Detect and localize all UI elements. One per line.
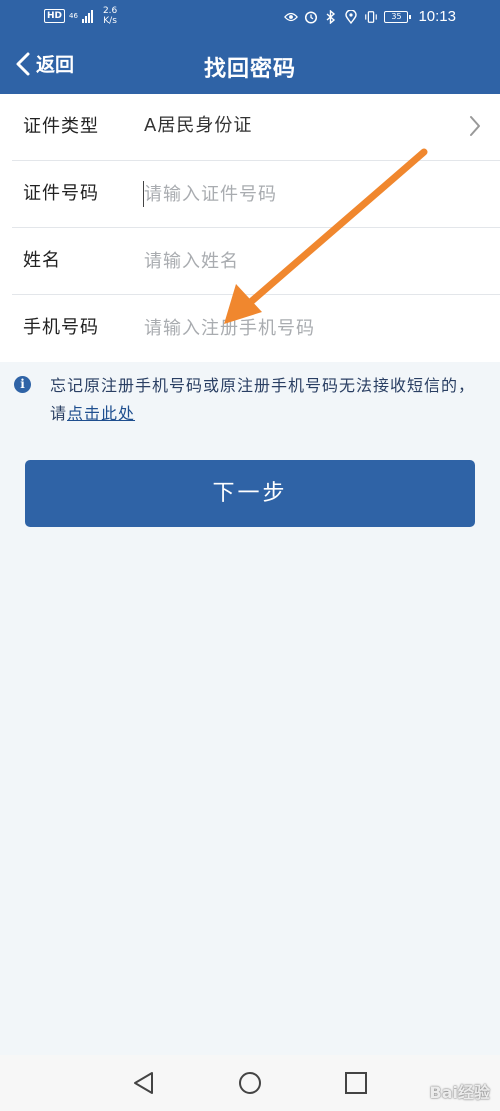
id-type-label: 证件类型: [23, 116, 99, 137]
id-type-value: A居民身份证: [144, 115, 253, 136]
status-right: 35 10:13: [284, 8, 456, 25]
click-here-link[interactable]: 点击此处: [67, 404, 135, 423]
id-number-label: 证件号码: [23, 183, 99, 204]
status-left: HD 46 2.6 K/s: [44, 6, 117, 26]
phone-label: 手机号码: [23, 317, 99, 338]
id-type-row[interactable]: 证件类型 A居民身份证: [12, 94, 500, 161]
id-number-input[interactable]: [144, 179, 474, 209]
hd-badge: HD: [44, 9, 66, 23]
eye-icon: [284, 10, 299, 24]
phone-input[interactable]: [144, 313, 474, 343]
clock: 10:13: [418, 8, 456, 25]
status-bar: HD 46 2.6 K/s 35 10:13: [0, 0, 500, 36]
bluetooth-icon: [324, 9, 338, 24]
chevron-right-icon: [470, 116, 480, 136]
recovery-form: 证件类型 A居民身份证 证件号码 姓名 手机号码: [0, 94, 500, 362]
system-nav-bar: Bai经验: [0, 1055, 500, 1111]
watermark: Bai经验: [429, 1083, 490, 1102]
nav-back-icon[interactable]: [130, 1069, 158, 1097]
network-type: 46: [69, 12, 78, 20]
next-step-button[interactable]: 下一步: [25, 460, 475, 527]
vibrate-icon: [364, 10, 378, 24]
signal-icon: [81, 9, 93, 23]
network-speed: 2.6 K/s: [103, 6, 117, 26]
alarm-icon: [304, 10, 318, 24]
id-number-row: 证件号码: [12, 161, 500, 228]
speed-unit: K/s: [103, 16, 117, 26]
location-icon: [344, 9, 358, 24]
name-input[interactable]: [144, 246, 474, 276]
phone-row: 手机号码: [12, 295, 500, 362]
nav-home-icon[interactable]: [236, 1069, 264, 1097]
app-header: 返回 找回密码: [0, 36, 500, 94]
notice-text: 忘记原注册手机号码或原注册手机号码无法接收短信的，请点击此处: [50, 372, 480, 428]
nav-recents-icon[interactable]: [342, 1069, 370, 1097]
speed-value: 2.6: [102, 6, 118, 16]
battery-icon: 35: [384, 10, 412, 23]
page-title: 找回密码: [203, 57, 296, 82]
name-label: 姓名: [23, 250, 61, 271]
name-row: 姓名: [12, 228, 500, 295]
info-icon: i: [14, 376, 31, 393]
